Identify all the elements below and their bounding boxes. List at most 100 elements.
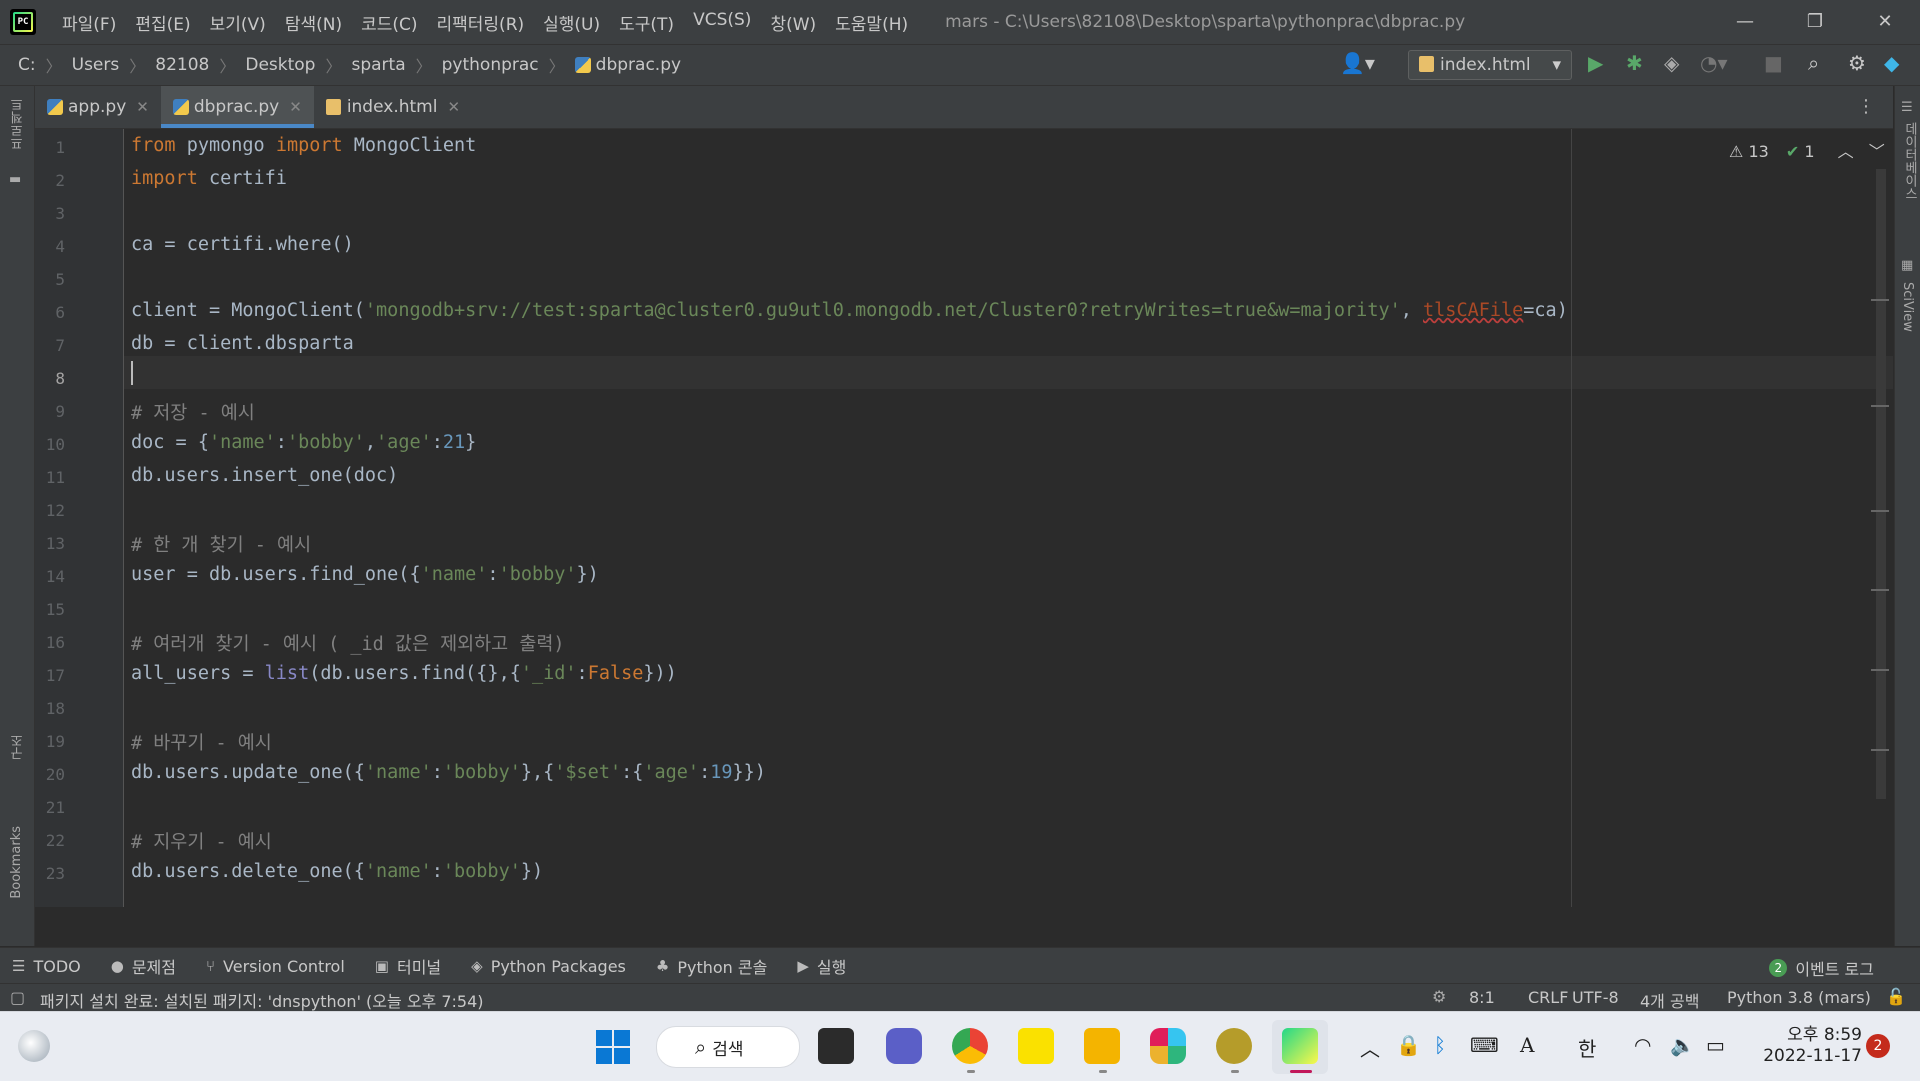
code-line[interactable]: db.users.delete_one({'name':'bobby'}) (131, 861, 543, 882)
code-line[interactable]: client = MongoClient('mongodb+srv://test… (131, 300, 1568, 321)
chrome-icon[interactable] (952, 1028, 988, 1064)
code-line[interactable]: all_users = list(db.users.find({},{'_id'… (131, 663, 677, 684)
search-icon[interactable]: ⌕ (1808, 51, 1819, 75)
code-line[interactable]: db.users.insert_one(doc) (131, 465, 398, 486)
inspection-widget[interactable]: ⚠ 13 ✔ 1 ︿ ﹀ (1729, 138, 1885, 162)
menu-run[interactable]: 실행(U) (543, 10, 600, 35)
wifi-icon[interactable]: ◠ (1634, 1033, 1651, 1057)
code-line[interactable]: # 지우기 - 예시 (131, 828, 272, 854)
settings-gear-icon[interactable]: ⚙ (1848, 51, 1866, 75)
problems-tool-button[interactable]: ● 문제점 (111, 954, 176, 978)
clock-time[interactable]: 오후 8:59 (1752, 1020, 1862, 1045)
event-log-button[interactable]: 2 이벤트 로그 (1769, 956, 1874, 980)
run-configuration-select[interactable]: index.html ▾ (1408, 50, 1572, 80)
stop-icon[interactable]: ■ (1764, 51, 1783, 75)
notification-badge[interactable]: 2 (1866, 1034, 1890, 1058)
code-line[interactable]: ca = certifi.where() (131, 234, 354, 255)
code-line[interactable]: # 바꾸기 - 예시 (131, 729, 272, 755)
debug-icon[interactable]: ✱ (1626, 51, 1643, 75)
kakaotalk-icon[interactable] (1018, 1028, 1054, 1064)
teams-chat-icon[interactable] (886, 1028, 922, 1064)
indent-setting[interactable]: 4개 공백 (1640, 988, 1699, 1012)
slack-icon[interactable] (1150, 1028, 1186, 1064)
breadcrumb-82108[interactable]: 82108 (155, 55, 209, 75)
menu-window[interactable]: 창(W) (770, 10, 816, 35)
breadcrumb-pythonprac[interactable]: pythonprac (442, 55, 539, 75)
code-line[interactable]: user = db.users.find_one({'name':'bobby'… (131, 564, 599, 585)
pycharm-taskbar-icon[interactable] (1282, 1028, 1318, 1064)
tab-index-html[interactable]: index.html ✕ (314, 86, 472, 128)
breadcrumb-desktop[interactable]: Desktop (245, 55, 315, 75)
menu-navigate[interactable]: 탐색(N) (285, 10, 342, 35)
app-icon[interactable] (1216, 1028, 1252, 1064)
font-icon[interactable]: A (1520, 1033, 1534, 1057)
menu-file[interactable]: 파일(F) (62, 10, 116, 35)
restore-icon[interactable]: ❐ (1780, 0, 1850, 44)
tab-app-py[interactable]: app.py ✕ (35, 86, 161, 128)
database-tool-button[interactable]: 데이터베이스 (1900, 122, 1919, 200)
profile-icon[interactable]: ◔▾ (1700, 51, 1728, 75)
menu-refactor[interactable]: 리팩터링(R) (437, 10, 525, 35)
menu-code[interactable]: 코드(C) (361, 10, 417, 35)
menu-vcs[interactable]: VCS(S) (693, 10, 751, 35)
sciview-tool-button[interactable]: SciView (1900, 282, 1915, 332)
security-lock-icon[interactable]: 🔒 (1396, 1033, 1421, 1057)
ime-indicator[interactable]: 한 (1578, 1033, 1596, 1062)
version-control-tool-button[interactable]: ⑂ Version Control (206, 957, 345, 976)
file-encoding[interactable]: UTF-8 (1572, 988, 1619, 1007)
close-tab-icon[interactable]: ✕ (447, 98, 460, 116)
menu-edit[interactable]: 편집(E) (135, 10, 190, 35)
breadcrumb-users[interactable]: Users (72, 55, 120, 75)
python-console-tool-button[interactable]: ♣ Python 콘솔 (656, 954, 767, 978)
account-icon[interactable]: 👤▾ (1340, 51, 1375, 75)
breadcrumb-drive[interactable]: C: (18, 55, 36, 75)
project-tool-button[interactable]: 프로젝트 (9, 98, 28, 150)
menu-view[interactable]: 보기(V) (210, 10, 266, 35)
breadcrumb-sparta[interactable]: sparta (351, 55, 405, 75)
task-view-icon[interactable] (818, 1028, 854, 1064)
more-tabs-icon[interactable]: ⋮ (1857, 96, 1875, 117)
battery-icon[interactable]: ▭ (1706, 1033, 1725, 1057)
coverage-icon[interactable]: ◈ (1664, 51, 1679, 75)
tool-windows-toggle-icon[interactable]: ▢ (10, 988, 25, 1007)
bluetooth-icon[interactable]: ᛒ (1434, 1033, 1446, 1057)
chevron-up-icon[interactable]: ︿ (1838, 142, 1854, 161)
editor-scrollbar[interactable] (1876, 169, 1886, 799)
code-line[interactable]: db = client.dbsparta (131, 333, 354, 354)
code-line[interactable]: from pymongo import MongoClient (131, 135, 476, 156)
status-message[interactable]: 패키지 설치 완료: 설치된 패키지: 'dnspython' (오늘 오후 7… (40, 988, 484, 1012)
bookmarks-tool-button[interactable]: Bookmarks (9, 826, 24, 899)
code-line[interactable]: doc = {'name':'bobby','age':21} (131, 432, 476, 453)
code-editor[interactable]: 1 2 3 4 5 6 7 8 9 10 11 12 13 14 15 16 17 18 19 20 21 22 23 fr… (35, 129, 1893, 907)
minimize-icon[interactable]: — (1710, 0, 1780, 44)
close-tab-icon[interactable]: ✕ (136, 98, 149, 116)
caret-position[interactable]: 8:1 (1469, 988, 1495, 1007)
jetbrains-toolbox-icon[interactable]: ◆ (1884, 51, 1899, 75)
terminal-tool-button[interactable]: ▣ 터미널 (375, 954, 441, 978)
menu-tools[interactable]: 도구(T) (619, 10, 674, 35)
start-windows-icon[interactable] (596, 1030, 630, 1064)
code-line[interactable]: # 한 개 찾기 - 예시 (131, 531, 311, 557)
line-separator[interactable]: CRLF (1528, 988, 1568, 1007)
code-line[interactable]: # 저장 - 예시 (131, 399, 255, 425)
code-line[interactable]: # 여러개 찾기 - 예시 ( _id 값은 제외하고 출력) (131, 630, 565, 656)
structure-tool-button[interactable]: 구조 (9, 734, 28, 760)
close-icon[interactable]: ✕ (1850, 0, 1920, 44)
lock-icon[interactable]: 🔓 (1886, 987, 1906, 1006)
background-tasks-icon[interactable]: ⚙ (1432, 987, 1446, 1006)
python-interpreter[interactable]: Python 3.8 (mars) (1727, 988, 1871, 1007)
todo-tool-button[interactable]: ☰ TODO (12, 957, 81, 976)
breadcrumb-file[interactable]: dbprac.py (596, 55, 681, 75)
run-tool-button[interactable]: ▶ 실행 (797, 954, 846, 978)
tab-dbprac-py[interactable]: dbprac.py ✕ (160, 86, 314, 128)
show-hidden-icons-icon[interactable]: ︿ (1360, 1033, 1380, 1062)
run-icon[interactable]: ▶ (1588, 51, 1603, 75)
menu-help[interactable]: 도움말(H) (835, 10, 908, 35)
chevron-down-icon[interactable]: ﹀ (1869, 142, 1885, 161)
close-tab-icon[interactable]: ✕ (289, 98, 302, 116)
file-explorer-icon[interactable] (1084, 1028, 1120, 1064)
taskbar-search-box[interactable]: ⌕ 검색 (656, 1026, 800, 1068)
code-line[interactable]: import certifi (131, 168, 287, 189)
clock-date[interactable]: 2022-11-17 (1752, 1046, 1862, 1066)
weather-widget-icon[interactable] (18, 1030, 50, 1062)
